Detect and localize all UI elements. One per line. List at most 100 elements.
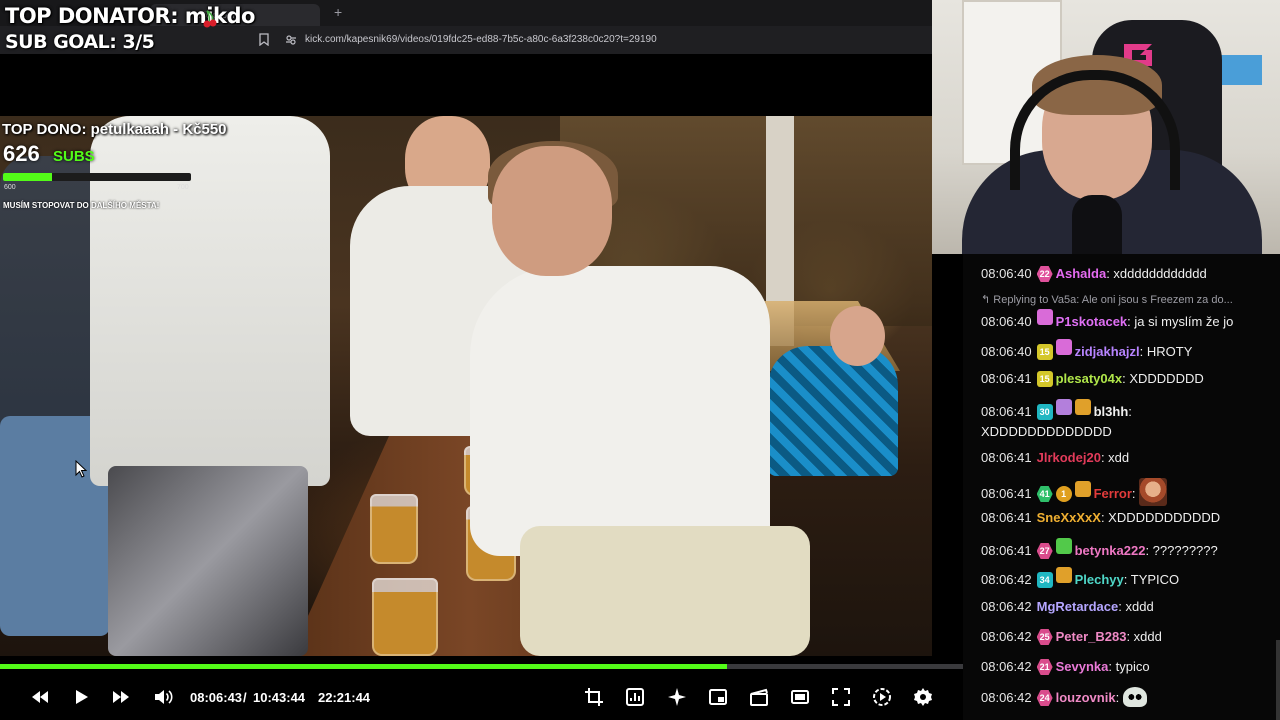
chat-timestamp: 08:06:42	[981, 599, 1032, 614]
chat-colon: :	[1128, 404, 1132, 419]
mouse-cursor-icon	[75, 460, 87, 478]
chat-colon: :	[1115, 690, 1123, 705]
chat-timestamp: 08:06:41	[981, 371, 1032, 386]
chat-username[interactable]: betynka222	[1075, 543, 1146, 558]
chat-text: xddd	[1133, 629, 1162, 644]
scene-head-leaning	[492, 146, 612, 276]
subscriber-badge-icon[interactable]: 27	[1036, 543, 1053, 559]
chat-message: 08:06:40 15 zidjakhajzl: HROTY	[981, 339, 1271, 362]
clip-icon[interactable]	[749, 687, 769, 707]
video-frame[interactable]	[0, 116, 932, 656]
chat-text: XDDDDDDDDDDD	[1108, 510, 1221, 525]
subscriber-badge-icon[interactable]	[1074, 481, 1091, 497]
chat-colon: :	[1139, 344, 1147, 359]
chat-message: 08:06:41 41 1 Ferror:	[981, 478, 1271, 506]
chat-username[interactable]: MgRetardace	[1037, 599, 1119, 614]
address-bar-url[interactable]: kick.com/kapesnik69/videos/019fdc25-ed88…	[305, 34, 657, 45]
reply-text: Replying to Va5a: Ale oni jsou s Freezem…	[993, 294, 1233, 306]
subscriber-badge-icon[interactable]: 15	[1036, 371, 1053, 387]
subs-max: 700	[177, 184, 189, 191]
chat-timestamp: 08:06:42	[981, 659, 1032, 674]
chat-message: 08:06:42 25 Peter_B283: xddd	[981, 627, 1271, 647]
chat-username[interactable]: bl3hh	[1094, 404, 1129, 419]
chat-username[interactable]: zidjakhajzl	[1075, 344, 1140, 359]
chat-timestamp: 08:06:40	[981, 344, 1032, 359]
subscriber-badge-icon[interactable]	[1055, 567, 1072, 583]
subscriber-badge-icon[interactable]	[1036, 309, 1053, 325]
chat-text: xdd	[1108, 450, 1130, 465]
chat-message: 08:06:41 SneXxXxX: XDDDDDDDDDDD	[981, 508, 1271, 528]
seek-bar-played	[0, 664, 728, 669]
chat-message: 08:06:41 30 bl3hh: XDDDDDDDDDDDDD	[981, 399, 1271, 442]
chat-timestamp: 08:06:41	[981, 486, 1032, 501]
cherry-icon	[203, 10, 217, 28]
chat-username[interactable]: Plechyy	[1075, 572, 1124, 587]
chat-username[interactable]: Jlrkodej20	[1037, 450, 1101, 465]
new-tab-button[interactable]: +	[334, 4, 342, 20]
chat-username[interactable]: Ashalda	[1056, 266, 1107, 281]
stats-icon[interactable]	[625, 687, 645, 707]
sub-goal-label: SUB GOAL: 3/5	[5, 31, 155, 53]
chat-username[interactable]: louzovnik	[1056, 690, 1116, 705]
scene-person-leaning	[470, 266, 770, 556]
chat-username[interactable]: plesaty04x	[1056, 371, 1123, 386]
seek-bar[interactable]	[0, 664, 963, 669]
chat-message: 08:06:41 Jlrkodej20: xdd	[981, 448, 1271, 468]
subscriber-badge-icon[interactable]: 22	[1036, 266, 1053, 282]
rewind-icon[interactable]	[30, 687, 50, 707]
top-dono-label: TOP DONO: petulkaaah - Kč550	[2, 121, 227, 138]
theater-mode-icon[interactable]	[790, 687, 810, 707]
stream-message: MUSÍM STOPOVAT DO DALŠÍHO MĚSTA!	[3, 201, 160, 210]
beer-glass	[370, 494, 418, 564]
chat-timestamp: 08:06:42	[981, 572, 1032, 587]
subscriber-badge-icon[interactable]	[1055, 399, 1072, 415]
bookmark-icon[interactable]	[259, 33, 269, 46]
beer-glass	[372, 578, 438, 656]
chat-message: 08:06:42 MgRetardace: xddd	[981, 597, 1271, 617]
chat-text: ?????????	[1152, 543, 1218, 558]
subs-min: 600	[4, 184, 16, 191]
chat-message: 08:06:40 22 Ashalda: xdddddddddddd	[981, 264, 1271, 284]
chat-username[interactable]: Sevynka	[1056, 659, 1109, 674]
webcam-microphone	[1072, 195, 1122, 254]
subscriber-badge-icon[interactable]: 1	[1055, 486, 1072, 502]
volume-icon[interactable]	[153, 687, 173, 707]
chat-username[interactable]: Ferror	[1094, 486, 1132, 501]
subscriber-badge-icon[interactable]	[1055, 538, 1072, 554]
webcam-feed	[932, 0, 1280, 254]
chat-text: typico	[1115, 659, 1150, 674]
subscriber-badge-icon[interactable]: 25	[1036, 629, 1053, 645]
chat-scrollbar[interactable]	[1276, 640, 1280, 720]
chat-colon: :	[1126, 629, 1134, 644]
fast-forward-icon[interactable]	[111, 687, 131, 707]
site-info-icon[interactable]	[285, 34, 297, 46]
chat-username[interactable]: Peter_B283	[1056, 629, 1127, 644]
scene-person-plaid	[768, 346, 898, 476]
subscriber-badge-icon[interactable]: 15	[1036, 344, 1053, 360]
picture-in-picture-icon[interactable]	[708, 687, 728, 707]
time-separator: /	[243, 690, 247, 705]
fullscreen-icon[interactable]	[831, 687, 851, 707]
chat-message: 08:06:42 21 Sevynka: typico	[981, 657, 1271, 677]
chat-timestamp: 08:06:42	[981, 690, 1032, 705]
sparkle-icon[interactable]	[667, 687, 687, 707]
chat-username[interactable]: P1skotacek	[1056, 314, 1128, 329]
subscriber-badge-icon[interactable]	[1074, 399, 1091, 415]
chat-message: 08:06:42 24 louzovnik:	[981, 687, 1271, 708]
chat-text: xdddddddddddd	[1113, 266, 1207, 281]
subscriber-badge-icon[interactable]: 41	[1036, 486, 1053, 502]
play-icon[interactable]	[71, 687, 91, 707]
playback-speed-icon[interactable]	[872, 687, 892, 707]
subscriber-badge-icon[interactable]: 34	[1036, 572, 1053, 588]
chat-colon: :	[1123, 572, 1131, 587]
subscriber-badge-icon[interactable]: 30	[1036, 404, 1053, 420]
chat-colon: :	[1145, 543, 1153, 558]
subscriber-badge-icon[interactable]: 24	[1036, 690, 1053, 706]
crop-icon[interactable]	[584, 687, 604, 707]
subs-progress-bar	[3, 173, 191, 181]
subscriber-badge-icon[interactable]: 21	[1036, 659, 1053, 675]
chat-username[interactable]: SneXxXxX	[1037, 510, 1101, 525]
chat-message: 08:06:41 27 betynka222: ?????????	[981, 538, 1271, 561]
settings-gear-icon[interactable]	[913, 687, 933, 707]
subscriber-badge-icon[interactable]	[1055, 339, 1072, 355]
